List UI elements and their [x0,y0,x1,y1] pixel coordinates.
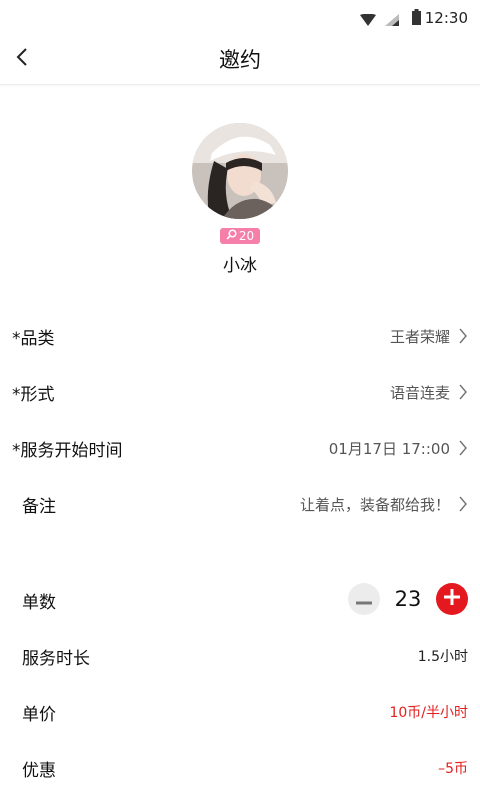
remark-row[interactable]: 备注 让着点，装备都给我！ [0,476,480,532]
signal-icon [385,11,399,30]
category-row[interactable]: *品类 王者荣耀 [0,308,480,364]
duration-value: 1.5小时 [417,649,468,665]
badge-count: 20 [238,229,255,243]
status-time: 12:30 [424,9,468,27]
discount-label: 优惠 [22,761,56,781]
avatar[interactable] [192,123,288,219]
start-time-label: *服务开始时间 [12,441,123,461]
quantity-label: 单数 [22,593,56,613]
decrease-button[interactable] [348,583,380,615]
price-value: 10币/半小时 [389,705,468,721]
duration-row: 服务时长 1.5小时 [0,628,480,684]
search-icon [226,229,237,243]
remark-label: 备注 [22,497,56,517]
score-badge: 20 [220,228,260,244]
discount-row: 优惠 –5币 [0,740,480,796]
discount-value: –5币 [438,761,468,777]
chevron-right-icon [458,440,468,460]
nickname: 小冰 [223,256,257,276]
remark-value: 让着点，装备都给我！ [299,496,450,514]
chevron-right-icon [458,328,468,348]
quantity-stepper: 23 [348,582,468,616]
minus-icon [356,590,372,609]
nav-bar: 邀约 [0,34,480,85]
chevron-right-icon [458,384,468,404]
plus-icon [444,589,460,609]
price-label: 单价 [22,705,56,725]
format-value: 语音连麦 [389,384,450,402]
start-time-value: 01月17日 17::00 [328,440,450,458]
format-row[interactable]: *形式 语音连麦 [0,364,480,420]
format-label: *形式 [12,385,55,405]
status-bar: 12:30 [0,0,480,34]
category-value: 王者荣耀 [389,328,450,346]
start-time-row[interactable]: *服务开始时间 01月17日 17::00 [0,420,480,476]
price-row: 单价 10币/半小时 [0,684,480,740]
chevron-right-icon [458,496,468,516]
quantity-value: 23 [394,587,422,611]
page-title: 邀约 [219,48,261,72]
increase-button[interactable] [436,583,468,615]
wifi-icon [360,11,376,30]
category-label: *品类 [12,329,55,349]
duration-label: 服务时长 [22,649,90,669]
battery-icon [412,9,421,29]
quantity-row: 单数 23 [0,572,480,628]
